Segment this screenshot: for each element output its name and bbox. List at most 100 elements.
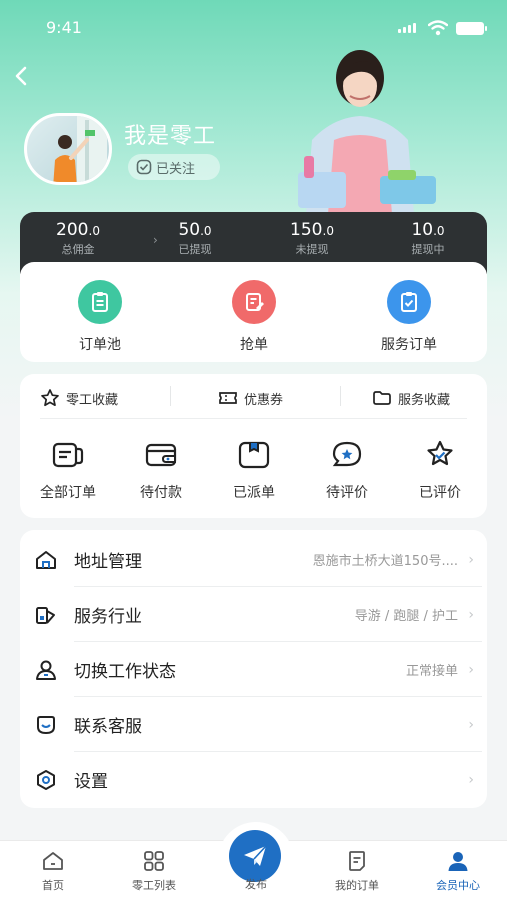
all-orders-icon	[52, 442, 84, 468]
quick-actions-card: 订单池 抢单 服务订单	[20, 262, 487, 362]
stat-withdrawn[interactable]: 50.0 已提现	[145, 220, 245, 257]
worker-illustration	[298, 50, 436, 214]
divider	[40, 418, 467, 419]
order-label: 已派单	[233, 485, 275, 501]
menu-label: 切换工作状态	[74, 662, 176, 682]
chevron-right-icon: ›	[468, 716, 474, 733]
divider	[340, 386, 341, 406]
wallet-icon	[145, 443, 177, 467]
menu-label: 地址管理	[74, 552, 142, 572]
home-icon	[34, 548, 60, 572]
clipboard-icon	[78, 280, 122, 324]
follow-label: 已关注	[156, 161, 196, 177]
order-label: 待评价	[326, 485, 368, 501]
stat-total-commission[interactable]: 200.0 总佣金	[28, 220, 128, 257]
tab-label: 我的订单	[335, 879, 379, 892]
quick-action-label: 抢单	[240, 337, 268, 353]
divider	[170, 386, 171, 406]
dispatched-icon	[238, 441, 270, 469]
settings-icon	[34, 768, 60, 792]
grid-icon	[144, 851, 164, 871]
menu-label: 联系客服	[74, 717, 142, 737]
pending-payment-button[interactable]: 待付款	[121, 440, 201, 502]
coupons-link[interactable]: 优惠券	[218, 388, 283, 408]
tab-member-center[interactable]: 会员中心	[418, 849, 498, 893]
check-icon	[136, 159, 152, 175]
avatar[interactable]	[24, 113, 112, 185]
stat-value: 10.0	[411, 220, 445, 240]
industry-icon	[34, 603, 60, 627]
stat-label: 已提现	[178, 243, 212, 256]
stat-not-withdrawn[interactable]: 150.0 未提现	[262, 220, 362, 257]
reviewed-button[interactable]: 已评价	[400, 440, 480, 502]
chevron-right-icon: ›	[468, 551, 474, 568]
chevron-right-icon: ›	[468, 661, 474, 678]
coupon-icon	[219, 392, 237, 404]
battery-icon	[456, 22, 487, 35]
order-label: 待付款	[140, 485, 182, 501]
star-icon	[41, 389, 59, 407]
paper-plane-icon	[244, 845, 267, 866]
folder-icon	[373, 391, 391, 405]
stat-value: 50.0	[178, 220, 212, 240]
tab-label: 零工列表	[132, 879, 176, 892]
reviewed-icon	[427, 440, 453, 466]
pending-review-icon	[332, 441, 362, 467]
all-orders-button[interactable]: 全部订单	[28, 440, 108, 502]
member-icon	[448, 852, 468, 871]
worker-favorites-link[interactable]: 零工收藏	[40, 388, 118, 408]
menu-item-work-status[interactable]: 切换工作状态 正常接单 ›	[34, 642, 474, 697]
stat-label: 未提现	[295, 243, 329, 256]
menu-item-address[interactable]: 地址管理 恩施市土桥大道150号.... ›	[34, 532, 474, 587]
wifi-icon	[428, 20, 448, 36]
tab-my-orders[interactable]: 我的订单	[317, 849, 397, 893]
chevron-right-icon: ›	[468, 606, 474, 623]
service-order-icon	[387, 280, 431, 324]
tab-label: 发布	[245, 878, 267, 891]
tab-worker-list[interactable]: 零工列表	[114, 849, 194, 893]
menu-value: 恩施市土桥大道150号....	[312, 554, 458, 569]
tab-label: 首页	[42, 879, 64, 892]
menu-label: 服务行业	[74, 607, 142, 627]
order-label: 已评价	[419, 485, 461, 501]
customer-service-icon	[34, 713, 60, 737]
orders-card: 零工收藏 优惠券 服务收藏 全部订单 待付款 已派单 待评价 已评价	[20, 374, 487, 518]
quick-action-label: 服务订单	[381, 337, 437, 353]
order-doc-icon	[349, 851, 365, 871]
stat-withdrawing[interactable]: 10.0 提现中	[378, 220, 478, 257]
quick-action-label: 订单池	[79, 337, 121, 353]
menu-item-industry[interactable]: 服务行业 导游 / 跑腿 / 护工 ›	[34, 587, 474, 642]
tab-publish[interactable]	[229, 830, 281, 882]
profile-name: 我是零工	[124, 124, 217, 149]
follow-badge[interactable]: 已关注	[128, 154, 220, 180]
menu-value: 正常接单	[405, 664, 458, 679]
favorites-label: 优惠券	[244, 392, 284, 408]
signal-icon	[398, 23, 416, 33]
tab-home[interactable]: 首页	[13, 849, 93, 893]
grab-order-button[interactable]: 抢单	[194, 280, 314, 354]
tab-label: 会员中心	[436, 879, 480, 892]
dispatched-button[interactable]: 已派单	[214, 440, 294, 502]
menu-item-customer-service[interactable]: 联系客服 ›	[34, 697, 474, 752]
stat-value: 150.0	[290, 220, 334, 240]
status-time: 9:41	[46, 18, 82, 37]
status-bar: 9:41	[0, 18, 507, 40]
stat-label: 总佣金	[61, 243, 95, 256]
home-tab-icon	[43, 852, 63, 870]
order-pool-button[interactable]: 订单池	[40, 280, 160, 354]
stat-value: 200.0	[56, 220, 100, 240]
menu-label: 设置	[74, 772, 108, 792]
settings-menu-card: 地址管理 恩施市土桥大道150号.... › 服务行业 导游 / 跑腿 / 护工…	[20, 530, 487, 808]
chevron-right-icon: ›	[468, 771, 474, 788]
service-order-button[interactable]: 服务订单	[349, 280, 469, 354]
user-status-icon	[34, 658, 60, 682]
favorites-label: 零工收藏	[66, 392, 119, 408]
grab-order-icon	[232, 280, 276, 324]
back-arrow-icon[interactable]	[10, 62, 34, 90]
menu-item-settings[interactable]: 设置 ›	[34, 752, 474, 807]
order-label: 全部订单	[40, 485, 96, 501]
pending-review-button[interactable]: 待评价	[307, 440, 387, 502]
service-favorites-link[interactable]: 服务收藏	[372, 388, 450, 408]
stat-label: 提现中	[411, 243, 445, 256]
menu-value: 导游 / 跑腿 / 护工	[354, 609, 458, 624]
